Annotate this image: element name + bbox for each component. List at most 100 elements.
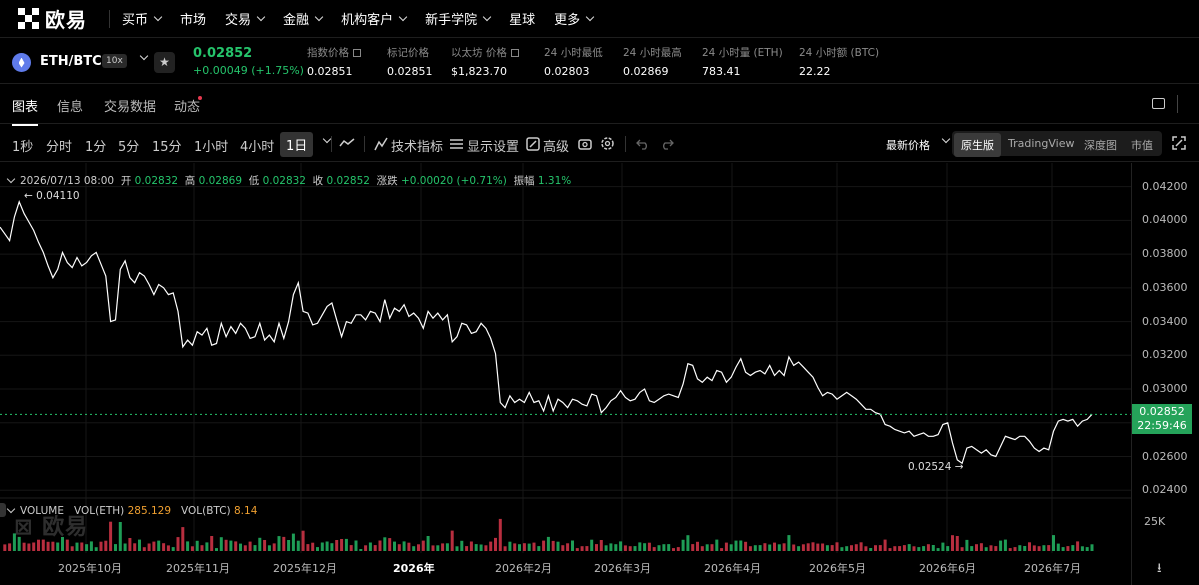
volume-bar [662,544,666,551]
divider [1177,95,1178,113]
volume-bar [739,540,743,551]
chevron-down-icon[interactable] [322,134,332,144]
notification-dot [198,96,202,100]
volume-bar [513,543,517,551]
tab-info[interactable]: 信息 [57,96,83,115]
interval-1d[interactable]: 1日 [280,132,314,157]
nav-item-3[interactable]: 金融 [283,9,324,28]
advanced-button[interactable]: 高级 [543,136,569,155]
volume-bar [162,543,166,551]
volume-bar [878,545,882,551]
nav-item-0[interactable]: 买币 [122,9,163,28]
divider [331,136,332,152]
volume-bar [777,544,781,551]
logo[interactable]: 欧易 [18,4,87,33]
volume-bar [181,527,185,551]
indicator-icon[interactable] [374,137,388,151]
nav-item-7[interactable]: 更多 [554,9,595,28]
display-settings-button[interactable]: 显示设置 [467,136,519,155]
volume-bar [638,542,642,551]
favorite-star-icon[interactable]: ★ [154,52,175,73]
volume-bar [522,543,526,551]
chevron-down-icon [256,12,266,21]
scroll-to-end-icon[interactable]: ⭳ [1157,559,1162,581]
collapse-chevron-icon[interactable] [6,504,16,514]
chevron-down-icon [314,12,324,21]
volume-bar [325,541,329,551]
fullscreen-icon[interactable] [1172,136,1186,150]
volume-bar [340,539,344,551]
view-depth[interactable]: 深度图 [1084,137,1117,153]
indicators-button[interactable]: 技术指标 [391,136,443,155]
volume-bar [152,541,156,551]
volume-bar [287,540,291,551]
interval-4h[interactable]: 4小时 [240,136,274,155]
volume-bar [1061,547,1065,551]
interval-5m[interactable]: 5分 [118,136,139,155]
volume-bar [1032,545,1036,551]
volume-bar [455,546,459,551]
interval-1m[interactable]: 1分 [85,136,106,155]
line-chart-icon[interactable] [339,138,355,148]
view-market-cap[interactable]: 市值 [1131,137,1153,153]
tab-feed[interactable]: 动态 [174,96,200,115]
volume-bar [758,545,762,551]
volume-bar [922,546,926,551]
volume-bar [686,535,690,551]
collapse-chevron-icon[interactable] [6,174,16,184]
volume-bar [734,540,738,551]
interval-15m[interactable]: 15分 [152,136,182,155]
pair-name[interactable]: ETH/BTC [40,54,102,69]
volume-bar [946,546,950,551]
divider [625,136,626,152]
gear-icon[interactable] [600,136,615,151]
volume-bar [402,541,406,551]
nav-item-2[interactable]: 交易 [225,9,266,28]
price-type-select[interactable]: 最新价格 [886,137,930,153]
high-annotation: ← 0.04110 [24,190,80,202]
volume-bar [931,545,935,551]
interval-timeline[interactable]: 分时 [46,136,72,155]
external-link-icon[interactable] [353,49,361,57]
view-tradingview[interactable]: TradingView [1008,137,1074,150]
volume-bar [128,538,132,551]
leverage-badge: 10x [102,54,127,68]
undo-icon[interactable] [636,138,650,150]
eth-icon [12,53,31,72]
stat-value: 0.02851 [387,65,433,78]
volume-axis-label: 25K [1144,515,1166,528]
volume-bar [1003,539,1007,551]
camera-icon[interactable] [578,137,592,151]
volume-bar [753,545,757,551]
y-tick-label: 0.03200 [1142,348,1188,362]
redo-icon[interactable] [660,138,674,150]
volume-bar [489,541,493,551]
price-chart[interactable] [0,163,1131,553]
interval-1h[interactable]: 1小时 [194,136,228,155]
view-native[interactable]: 原生版 [954,133,1001,157]
volume-bar [628,546,632,551]
nav-item-5[interactable]: 新手学院 [425,9,492,28]
settings-list-icon[interactable] [450,138,463,150]
volume-bar [263,540,267,551]
volume-bar [364,545,368,551]
chevron-down-icon[interactable] [941,134,951,144]
top-nav: 欧易 买币 市场 交易 金融 机构客户 新手学院 星球 更多 [0,0,1199,38]
external-link-icon[interactable] [510,49,519,57]
nav-item-1[interactable]: 市场 [180,9,206,28]
sidebar-toggle[interactable] [0,503,6,517]
volume-bar [166,545,170,551]
advanced-icon[interactable] [526,137,540,151]
volume-bar [51,541,55,551]
interval-1s[interactable]: 1秒 [12,136,33,155]
volume-bar [1023,546,1027,551]
nav-item-4[interactable]: 机构客户 [341,9,408,28]
chevron-down-icon[interactable] [139,51,149,61]
window-layout-icon[interactable] [1152,98,1165,109]
nav-item-6[interactable]: 星球 [509,9,535,28]
tab-chart[interactable]: 图表 [12,96,39,126]
stat-3: 24 小时最低 0.02803 [544,45,603,78]
volume-bar [354,540,358,551]
tab-trade-data[interactable]: 交易数据 [104,96,156,115]
volume-bar [8,543,12,551]
